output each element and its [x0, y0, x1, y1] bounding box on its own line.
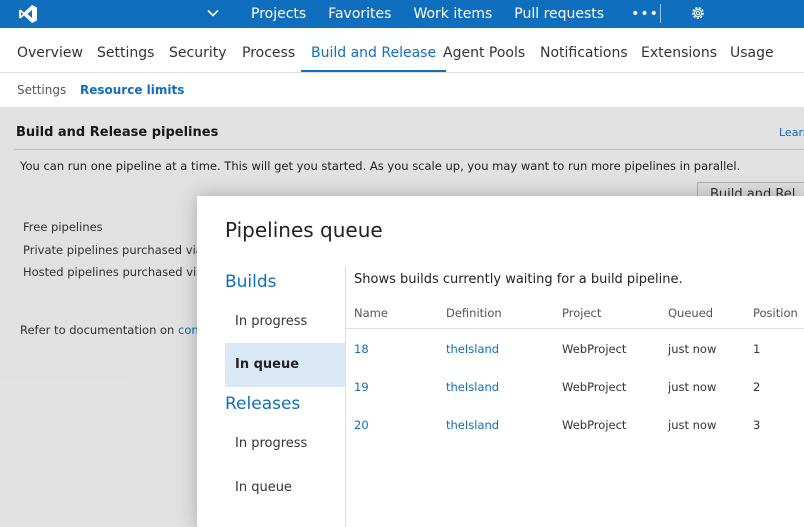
- gear-icon[interactable]: [690, 5, 706, 21]
- queue-panel: Shows builds currently waiting for a bui…: [346, 266, 804, 527]
- releases-in-progress[interactable]: In progress: [225, 422, 345, 466]
- tab-overview[interactable]: Overview: [17, 28, 83, 71]
- pipelines-queue-dialog: Pipelines queue Builds In progress In qu…: [197, 196, 804, 527]
- queue-side-nav: Builds In progress In queue Releases In …: [197, 266, 346, 527]
- queued-cell: just now: [668, 418, 717, 432]
- position-cell: 1: [753, 342, 761, 356]
- queued-cell: just now: [668, 380, 717, 394]
- queued-cell: just now: [668, 342, 717, 356]
- queue-intro: Shows builds currently waiting for a bui…: [354, 272, 683, 287]
- tab-security[interactable]: Security: [169, 28, 227, 71]
- project-cell: WebProject: [562, 418, 627, 432]
- col-project[interactable]: Project: [562, 306, 601, 320]
- dialog-title: Pipelines queue: [225, 218, 383, 242]
- tab-settings[interactable]: Settings: [97, 28, 154, 71]
- chevron-down-icon[interactable]: [206, 6, 220, 20]
- visual-studio-logo-icon[interactable]: [18, 4, 38, 24]
- topnav-projects[interactable]: Projects: [240, 0, 317, 28]
- build-number-link[interactable]: 20: [354, 418, 369, 432]
- topbar-divider: [660, 4, 661, 23]
- top-bar: Projects Favorites Work items Pull reque…: [0, 0, 804, 28]
- more-icon[interactable]: •••: [615, 0, 675, 28]
- tab-build-and-release[interactable]: Build and Release: [301, 28, 447, 72]
- definition-link[interactable]: theIsland: [446, 380, 499, 394]
- sub-nav: Settings Resource limits: [0, 73, 804, 107]
- project-cell: WebProject: [562, 342, 627, 356]
- definition-link[interactable]: theIsland: [446, 342, 499, 356]
- topnav-pull-requests[interactable]: Pull requests: [503, 0, 615, 28]
- table-row: 20 theIsland WebProject just now 3: [346, 406, 804, 444]
- project-cell: WebProject: [562, 380, 627, 394]
- topnav-work-items[interactable]: Work items: [402, 0, 503, 28]
- position-cell: 3: [753, 418, 761, 432]
- subtab-settings[interactable]: Settings: [17, 73, 66, 107]
- tab-process[interactable]: Process: [242, 28, 295, 71]
- tab-extensions[interactable]: Extensions: [641, 28, 717, 71]
- admin-nav: Overview Settings Security Process Build…: [0, 28, 804, 73]
- builds-header: Builds: [225, 272, 277, 292]
- tab-agent-pools[interactable]: Agent Pools: [443, 28, 525, 71]
- build-number-link[interactable]: 18: [354, 342, 369, 356]
- build-number-link[interactable]: 19: [354, 380, 369, 394]
- col-position[interactable]: Position: [753, 306, 798, 320]
- releases-header: Releases: [225, 394, 301, 414]
- col-definition[interactable]: Definition: [446, 306, 502, 320]
- builds-in-progress[interactable]: In progress: [225, 300, 345, 344]
- tab-notifications[interactable]: Notifications: [540, 28, 628, 71]
- subtab-resource-limits[interactable]: Resource limits: [80, 73, 184, 107]
- table-header: Name Definition Project Queued Position: [346, 296, 804, 329]
- table-row: 18 theIsland WebProject just now 1: [346, 330, 804, 368]
- releases-in-queue[interactable]: In queue: [225, 466, 345, 510]
- builds-in-queue[interactable]: In queue: [225, 343, 345, 387]
- col-name[interactable]: Name: [354, 306, 388, 320]
- definition-link[interactable]: theIsland: [446, 418, 499, 432]
- position-cell: 2: [753, 380, 761, 394]
- tab-usage[interactable]: Usage: [730, 28, 774, 71]
- table-row: 19 theIsland WebProject just now 2: [346, 368, 804, 406]
- topnav-favorites[interactable]: Favorites: [317, 0, 402, 28]
- col-queued[interactable]: Queued: [668, 306, 713, 320]
